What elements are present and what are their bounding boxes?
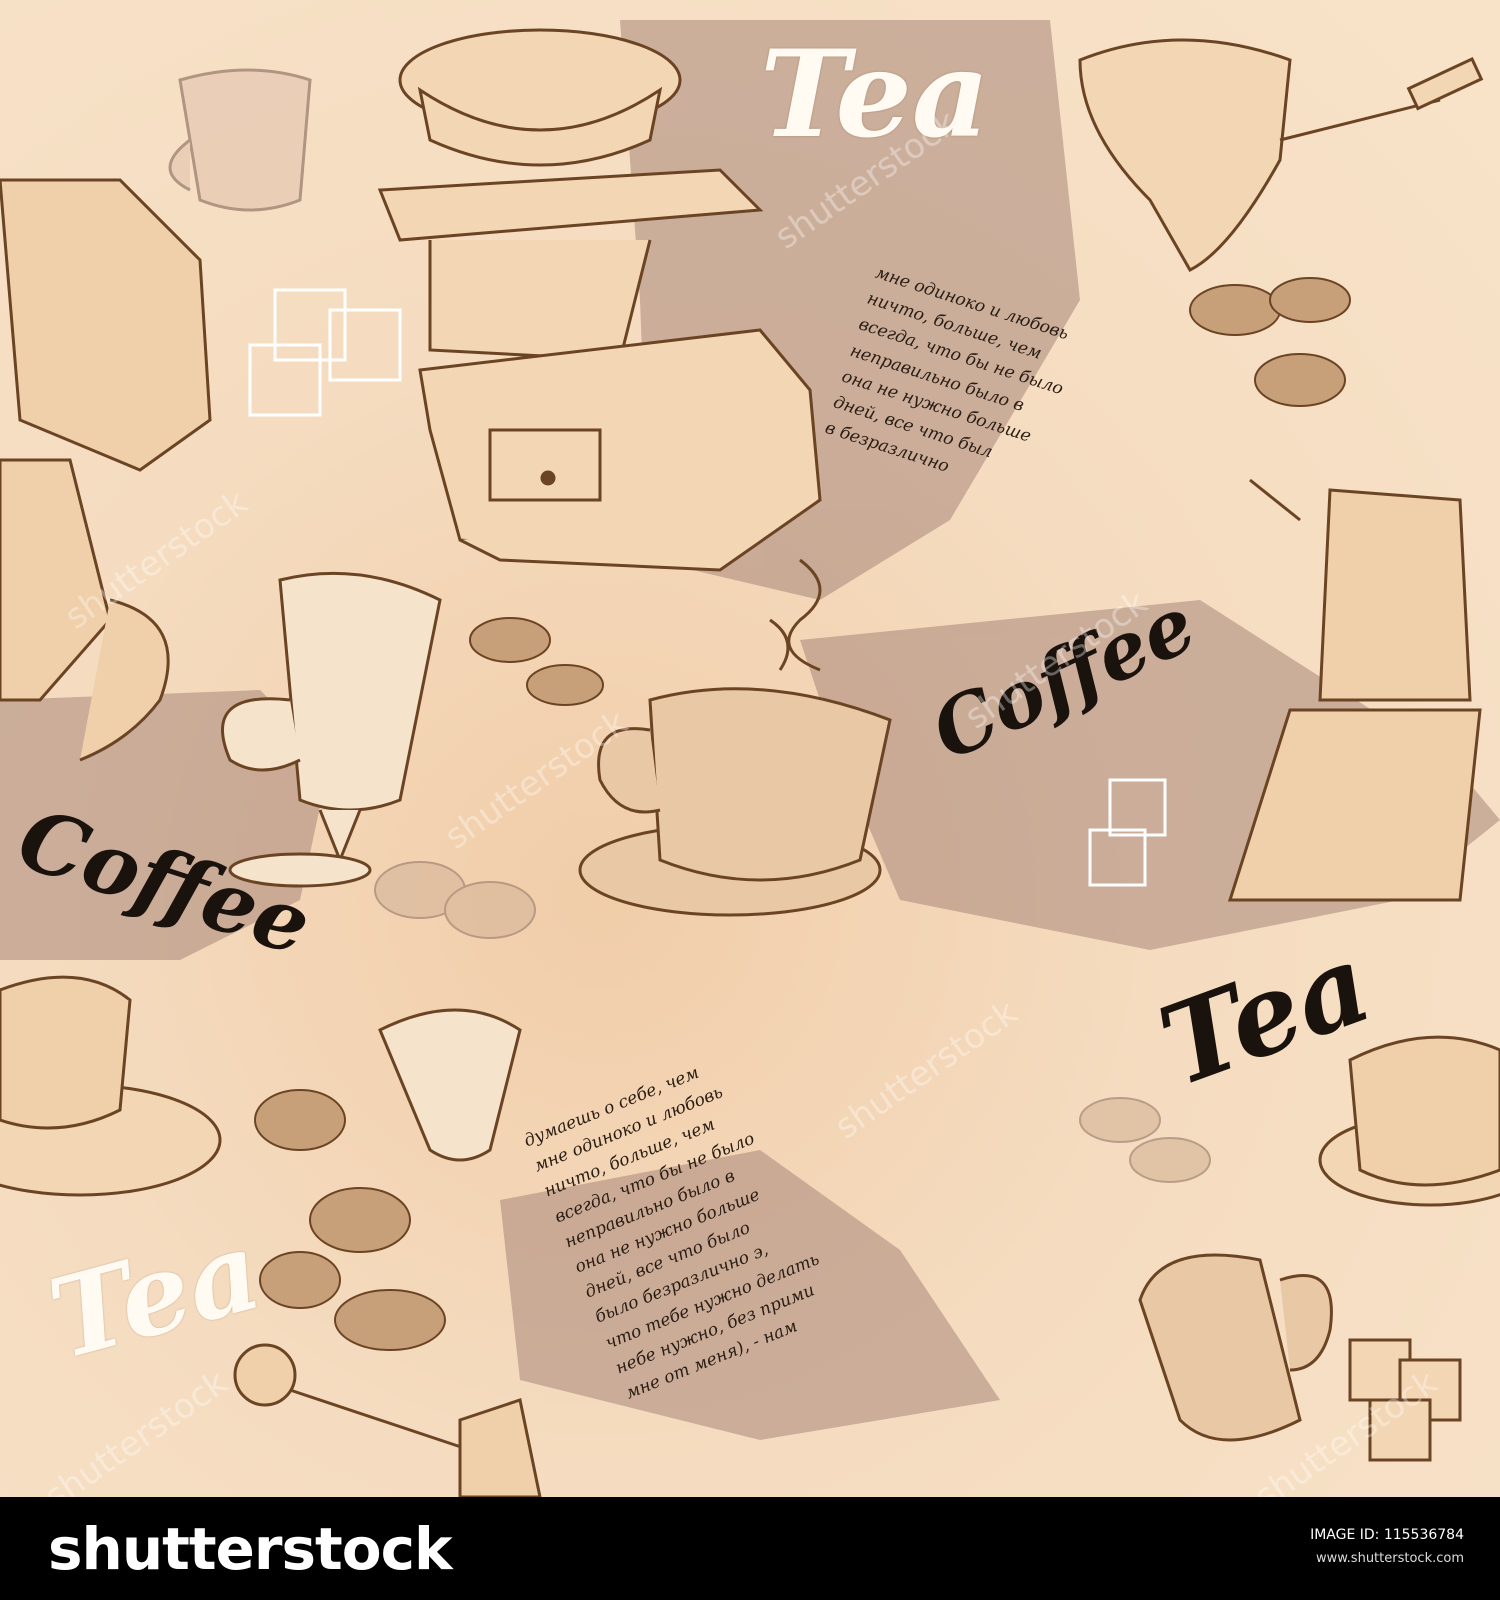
shot-glass-icon [378,1008,522,1162]
faded-cup-icon [168,68,312,212]
footer-bar: shutterstock IMAGE ID: 115536784 www.shu… [0,1497,1500,1600]
cup-right-icon [1318,1035,1500,1207]
cup-left-icon [0,975,222,1197]
image-id-label: IMAGE ID: 115536784 [1310,1527,1464,1543]
hand-grinder-icon [233,1343,542,1497]
coffee-bag-icon [0,178,212,472]
artwork: Tea Tea Tea Coffee Coffee мне одиноко и … [0,0,1500,1497]
mug-icon [1138,1253,1333,1442]
site-url: www.shutterstock.com [1315,1551,1464,1566]
cezve-pot-icon [1078,38,1484,272]
footer-logo: shutterstock [48,1515,453,1583]
